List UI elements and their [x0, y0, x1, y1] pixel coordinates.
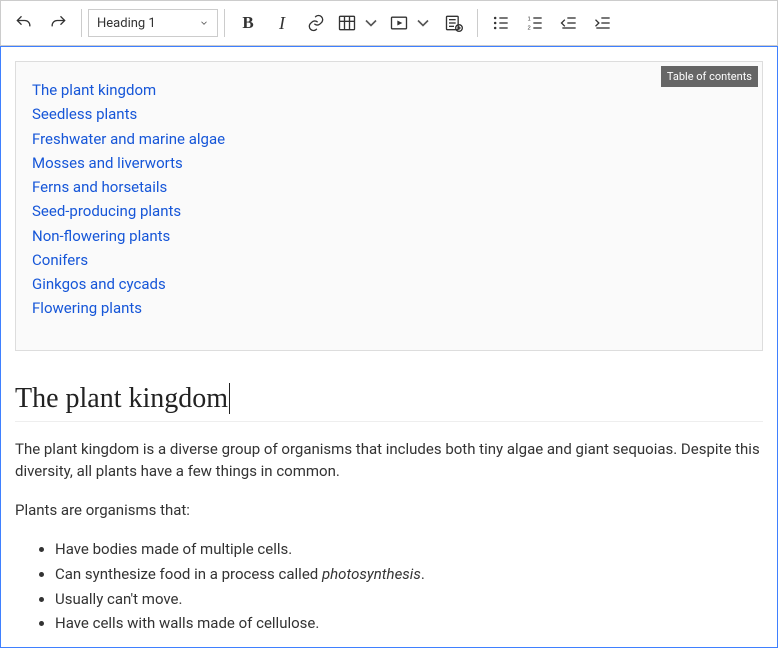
undo-button[interactable]: [7, 6, 41, 40]
toc-link[interactable]: Seedless plants: [32, 105, 137, 123]
insert-toc-button[interactable]: [437, 6, 471, 40]
toc-link[interactable]: Seed-producing plants: [32, 202, 181, 220]
undo-icon: [14, 13, 34, 33]
redo-icon: [48, 13, 68, 33]
toc-link[interactable]: Ferns and horsetails: [32, 178, 167, 196]
bullet-list-icon: [491, 13, 511, 33]
svg-text:1: 1: [528, 17, 531, 23]
table-dropdown[interactable]: [333, 6, 385, 40]
list-item[interactable]: Usually can't move.: [55, 587, 763, 612]
bold-button[interactable]: B: [231, 6, 265, 40]
text-cursor: [229, 383, 230, 414]
paragraph[interactable]: Plants are organisms that:: [15, 499, 763, 522]
toc-link[interactable]: Conifers: [32, 251, 88, 269]
italic-button[interactable]: I: [265, 6, 299, 40]
table-of-contents-widget[interactable]: Table of contents The plant kingdom Seed…: [15, 61, 763, 351]
indent-button[interactable]: [586, 6, 620, 40]
toc-link[interactable]: Mosses and liverworts: [32, 154, 183, 172]
redo-button[interactable]: [41, 6, 75, 40]
toc-link[interactable]: Ginkgos and cycads: [32, 275, 166, 293]
toolbar-separator: [224, 9, 225, 37]
toc-link[interactable]: The plant kingdom: [32, 81, 156, 99]
media-dropdown[interactable]: [385, 6, 437, 40]
numbered-list-icon: 12: [525, 13, 545, 33]
outdent-button[interactable]: [552, 6, 586, 40]
toolbar-separator: [477, 9, 478, 37]
chevron-down-icon: [413, 13, 433, 33]
toolbar-separator: [81, 9, 82, 37]
outdent-icon: [559, 13, 579, 33]
toc-link[interactable]: Non-flowering plants: [32, 227, 170, 245]
table-icon: [337, 13, 357, 33]
numbered-list-button[interactable]: 12: [518, 6, 552, 40]
list-item[interactable]: Have bodies made of multiple cells.: [55, 537, 763, 562]
editor-canvas[interactable]: Table of contents The plant kingdom Seed…: [0, 46, 778, 648]
toc-link[interactable]: Flowering plants: [32, 299, 142, 317]
svg-text:2: 2: [528, 26, 531, 32]
block-style-dropdown[interactable]: Heading 1: [88, 9, 218, 37]
chevron-down-icon: [199, 18, 209, 28]
media-icon: [389, 13, 409, 33]
toc-badge: Table of contents: [661, 66, 758, 87]
heading-text: The plant kingdom: [15, 383, 228, 414]
document-body[interactable]: The plant kingdom The plant kingdom is a…: [15, 351, 763, 637]
paragraph[interactable]: The plant kingdom is a diverse group of …: [15, 438, 763, 483]
indent-icon: [593, 13, 613, 33]
toc-insert-icon: [444, 13, 464, 33]
toc-link[interactable]: Freshwater and marine algae: [32, 130, 225, 148]
list-item[interactable]: Can synthesize food in a process called …: [55, 562, 763, 587]
block-style-label: Heading 1: [97, 16, 156, 31]
heading-1[interactable]: The plant kingdom: [15, 383, 763, 422]
bullet-list-button[interactable]: [484, 6, 518, 40]
editor-toolbar: Heading 1 B I 12: [0, 0, 778, 46]
bullet-list[interactable]: Have bodies made of multiple cells. Can …: [15, 537, 763, 636]
chevron-down-icon: [361, 13, 381, 33]
link-icon: [306, 13, 326, 33]
bold-icon: B: [242, 13, 253, 33]
list-item[interactable]: Have cells with walls made of cellulose.: [55, 611, 763, 636]
link-button[interactable]: [299, 6, 333, 40]
italic-icon: I: [279, 13, 285, 34]
